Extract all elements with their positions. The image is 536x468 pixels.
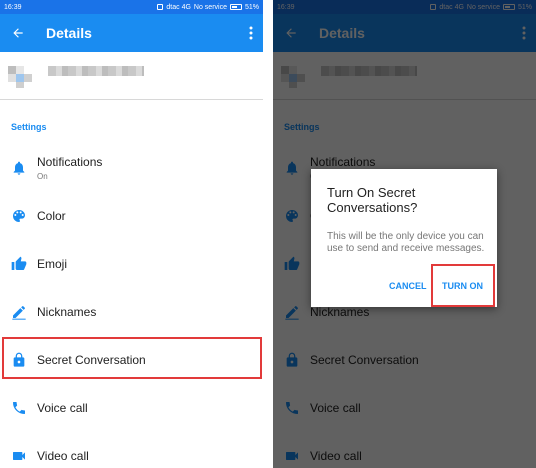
battery-icon — [229, 4, 242, 10]
settings-item-label: Video call — [37, 449, 89, 463]
palette-icon — [0, 208, 37, 224]
dialog-title: Turn On Secret Conversations? — [327, 185, 418, 215]
settings-item-nicknames[interactable]: Nicknames — [0, 288, 263, 336]
dialog-message: This will be the only device you can use… — [327, 231, 485, 254]
settings-item-color[interactable]: Color — [0, 192, 263, 240]
settings-section-label: Settings — [11, 122, 47, 132]
details-screen-left: 16:39 dtac 4G No service 51% Details Set… — [0, 0, 263, 468]
phone-icon — [0, 400, 37, 416]
more-options-button[interactable] — [239, 14, 263, 52]
status-service: No service — [193, 3, 227, 11]
panel-divider — [263, 0, 273, 468]
bell-icon — [0, 160, 37, 176]
settings-item-label: Color — [37, 209, 66, 223]
settings-item-video-call[interactable]: Video call — [0, 432, 263, 468]
settings-item-label: Voice call — [37, 401, 88, 415]
cancel-button[interactable]: CANCEL — [389, 281, 427, 291]
status-time: 16:39 — [4, 3, 22, 11]
thumbs-up-icon — [0, 256, 37, 272]
settings-item-emoji[interactable]: Emoji — [0, 240, 263, 288]
signal-icon — [157, 4, 164, 10]
video-camera-icon — [0, 448, 37, 464]
settings-item-label: Nicknames — [37, 305, 97, 319]
settings-item-sublabel: On — [37, 172, 48, 181]
back-arrow-icon — [13, 28, 23, 38]
settings-item-label: Emoji — [37, 257, 68, 271]
settings-item-label: Notifications — [37, 155, 103, 169]
highlight-box-secret-conversation — [2, 337, 262, 379]
status-network: dtac 4G — [166, 3, 191, 11]
highlight-box-turn-on — [431, 264, 495, 307]
settings-item-voice-call[interactable]: Voice call — [0, 384, 263, 432]
app-bar: Details — [0, 14, 263, 52]
details-screen-right: 16:39 dtac 4G No service 51% Details Set… — [273, 0, 536, 468]
status-bar: 16:39 dtac 4G No service 51% — [0, 0, 263, 14]
settings-item-notifications[interactable]: Notifications On — [0, 144, 263, 192]
status-battery: 51% — [244, 3, 259, 11]
profile-header[interactable] — [0, 52, 263, 100]
pencil-icon — [0, 304, 37, 320]
page-title: Details — [46, 25, 92, 41]
more-vert-icon — [249, 26, 253, 40]
back-button[interactable] — [0, 14, 36, 52]
avatar — [8, 66, 42, 88]
blurred-contact-name — [48, 66, 144, 76]
